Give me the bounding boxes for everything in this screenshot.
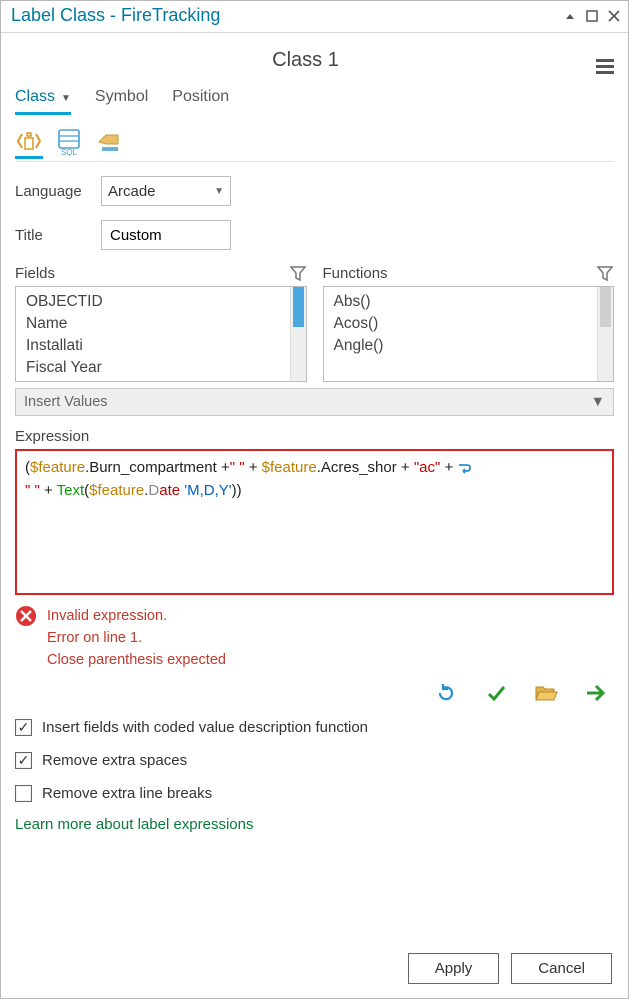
expression-actions: [15, 671, 614, 711]
functions-listbox[interactable]: Abs() Acos() Angle(): [323, 286, 615, 382]
help-link[interactable]: Learn more about label expressions: [15, 816, 614, 833]
expression-label: Expression: [15, 428, 614, 445]
filter-icon[interactable]: [596, 264, 614, 282]
expression-mode-icon[interactable]: [15, 129, 43, 159]
reset-button[interactable]: [434, 681, 458, 705]
error-message: Invalid expression. Error on line 1. Clo…: [15, 605, 614, 671]
tab-class[interactable]: Class▼: [15, 86, 71, 115]
chevron-down-icon: ▼: [61, 93, 71, 104]
dialog-footer: Apply Cancel: [1, 939, 628, 998]
top-tabs: Class▼ Symbol Position: [15, 86, 614, 115]
fields-listbox[interactable]: OBJECTID Name Installati Fiscal Year: [15, 286, 307, 382]
sql-mode-icon[interactable]: SQL: [55, 129, 83, 159]
checkbox-remove-breaks[interactable]: Remove extra line breaks: [15, 785, 614, 802]
functions-label: Functions: [323, 265, 388, 282]
cancel-button[interactable]: Cancel: [511, 953, 612, 984]
tab-position[interactable]: Position: [172, 86, 229, 115]
tab-symbol[interactable]: Symbol: [95, 86, 148, 115]
list-item[interactable]: Name: [26, 313, 306, 335]
apply-expression-button[interactable]: [584, 681, 608, 705]
chevron-down-icon: ▼: [214, 186, 224, 197]
scrollbar[interactable]: [290, 287, 306, 381]
checkbox-icon: ✓: [15, 752, 32, 769]
filter-icon[interactable]: [289, 264, 307, 282]
validate-button[interactable]: [484, 681, 508, 705]
list-item[interactable]: Installati: [26, 335, 306, 357]
checkbox-icon: [15, 785, 32, 802]
fields-label: Fields: [15, 265, 55, 282]
title-input[interactable]: [101, 220, 231, 250]
language-select[interactable]: Arcade ▼: [101, 176, 231, 206]
list-item[interactable]: Acos(): [334, 313, 614, 335]
error-icon: [15, 605, 37, 627]
maximize-icon[interactable]: [586, 10, 598, 22]
checkbox-icon: ✓: [15, 719, 32, 736]
window-controls: [564, 10, 620, 22]
mode-icons: SQL: [15, 115, 614, 159]
pane-title: Label Class - FireTracking: [11, 5, 564, 26]
language-label: Language: [15, 183, 93, 200]
title-label: Title: [15, 227, 93, 244]
autohide-icon[interactable]: [564, 10, 576, 22]
list-item[interactable]: Angle(): [334, 335, 614, 357]
chevron-down-icon: ▼: [591, 394, 605, 410]
open-button[interactable]: [534, 681, 558, 705]
checkbox-remove-spaces[interactable]: ✓ Remove extra spaces: [15, 752, 614, 769]
svg-text:SQL: SQL: [61, 148, 78, 156]
scrollbar[interactable]: [597, 287, 613, 381]
menu-icon[interactable]: [596, 52, 614, 77]
list-item[interactable]: OBJECTID: [26, 291, 306, 313]
list-item[interactable]: Abs(): [334, 291, 614, 313]
checkbox-coded-values[interactable]: ✓ Insert fields with coded value descrip…: [15, 719, 614, 736]
label-class-pane: Label Class - FireTracking Class 1 Class…: [0, 0, 629, 999]
close-icon[interactable]: [608, 10, 620, 22]
insert-values-dropdown[interactable]: Insert Values ▼: [15, 388, 614, 416]
expression-input[interactable]: ($feature.Burn_compartment +" " + $featu…: [15, 449, 614, 595]
list-item[interactable]: Fiscal Year: [26, 357, 306, 379]
titlebar: Label Class - FireTracking: [1, 1, 628, 33]
class-heading: Class 1: [15, 43, 596, 86]
tag-mode-icon[interactable]: [95, 129, 123, 159]
apply-button[interactable]: Apply: [408, 953, 500, 984]
wrap-icon: [457, 461, 471, 475]
